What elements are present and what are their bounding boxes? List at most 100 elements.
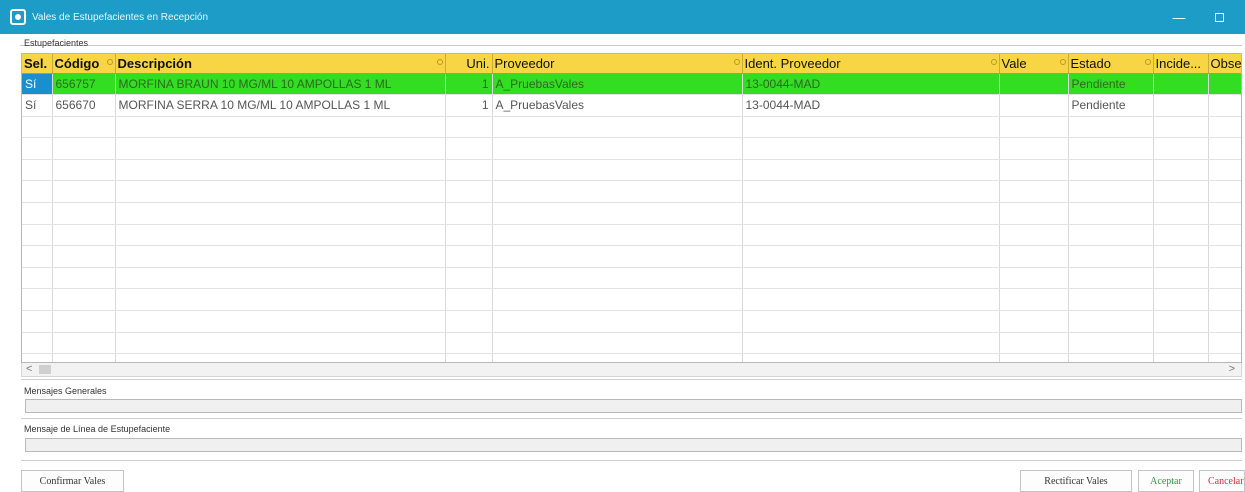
cell-estado: Pendiente bbox=[1068, 94, 1154, 117]
sort-icon bbox=[733, 59, 740, 65]
empty-row bbox=[22, 310, 1241, 333]
col-header-incidencia[interactable]: Incide... bbox=[1153, 54, 1209, 74]
group-frame bbox=[20, 45, 1242, 47]
cell-ident-proveedor: 13-0044-MAD bbox=[742, 73, 1000, 96]
cell-sel[interactable]: Sí bbox=[22, 73, 53, 96]
empty-cell bbox=[115, 310, 446, 333]
col-header-ident-proveedor[interactable]: Ident. Proveedor bbox=[742, 54, 1000, 74]
cell-observaciones[interactable] bbox=[1208, 94, 1241, 117]
empty-cell bbox=[999, 137, 1069, 160]
empty-cell bbox=[1153, 224, 1209, 247]
cell-observaciones[interactable] bbox=[1208, 73, 1241, 96]
col-header-descripcion[interactable]: Descripción bbox=[115, 54, 446, 74]
cell-ident-proveedor: 13-0044-MAD bbox=[742, 94, 1000, 117]
empty-cell bbox=[1153, 332, 1209, 355]
empty-cell bbox=[1208, 116, 1241, 139]
col-header-sel[interactable]: Sel. bbox=[22, 54, 53, 74]
empty-cell bbox=[999, 267, 1069, 290]
empty-cell bbox=[1068, 288, 1154, 312]
empty-cell bbox=[52, 137, 116, 160]
empty-cell bbox=[1208, 267, 1241, 290]
cell-estado: Pendiente bbox=[1068, 73, 1154, 96]
cell-codigo: 656670 bbox=[52, 94, 116, 117]
cell-descripcion: MORFINA BRAUN 10 MG/ML 10 AMPOLLAS 1 ML bbox=[115, 73, 446, 96]
col-header-estado[interactable]: Estado bbox=[1068, 54, 1154, 74]
cell-descripcion: MORFINA SERRA 10 MG/ML 10 AMPOLLAS 1 ML bbox=[115, 94, 446, 117]
empty-cell bbox=[1068, 267, 1154, 290]
cell-vale[interactable] bbox=[999, 94, 1069, 117]
empty-cell bbox=[1208, 310, 1241, 333]
rectify-vales-button[interactable]: Rectificar Vales bbox=[1020, 470, 1132, 492]
empty-cell bbox=[52, 267, 116, 290]
empty-cell bbox=[22, 332, 53, 355]
col-header-proveedor[interactable]: Proveedor bbox=[492, 54, 743, 74]
divider bbox=[21, 379, 1242, 380]
empty-cell bbox=[742, 116, 1000, 139]
empty-cell bbox=[1068, 159, 1154, 182]
scroll-thumb[interactable] bbox=[39, 365, 51, 374]
scroll-right-icon[interactable]: > bbox=[1229, 363, 1235, 376]
minimize-button[interactable]: — bbox=[1159, 0, 1199, 34]
empty-cell bbox=[22, 245, 53, 268]
empty-cell bbox=[115, 353, 446, 362]
col-header-observaciones[interactable]: Obse bbox=[1208, 54, 1241, 74]
empty-row bbox=[22, 202, 1241, 225]
scroll-left-icon[interactable]: < bbox=[26, 363, 32, 376]
empty-cell bbox=[445, 137, 493, 160]
col-header-vale[interactable]: Vale bbox=[999, 54, 1069, 74]
empty-cell bbox=[1153, 353, 1209, 362]
empty-row bbox=[22, 159, 1241, 182]
empty-cell bbox=[742, 310, 1000, 333]
col-header-uni[interactable]: Uni. bbox=[445, 54, 493, 74]
empty-cell bbox=[1208, 202, 1241, 225]
cancel-button[interactable]: Cancelar bbox=[1199, 470, 1245, 492]
empty-cell bbox=[1153, 159, 1209, 182]
empty-cell bbox=[52, 245, 116, 268]
empty-cell bbox=[445, 288, 493, 312]
empty-cell bbox=[742, 202, 1000, 225]
empty-cell bbox=[22, 288, 53, 312]
empty-cell bbox=[445, 159, 493, 182]
empty-cell bbox=[742, 224, 1000, 247]
empty-row bbox=[22, 116, 1241, 139]
empty-cell bbox=[445, 245, 493, 268]
empty-cell bbox=[999, 332, 1069, 355]
confirm-vales-button[interactable]: Confirmar Vales bbox=[21, 470, 124, 492]
empty-cell bbox=[1153, 267, 1209, 290]
table-row[interactable]: Sí 656757 MORFINA BRAUN 10 MG/ML 10 AMPO… bbox=[22, 73, 1241, 96]
col-header-codigo[interactable]: Código bbox=[52, 54, 116, 74]
empty-cell bbox=[445, 310, 493, 333]
grid-table: Sel. Código Descripción Uni. Proveedor I… bbox=[22, 54, 1241, 362]
table-row[interactable]: Sí 656670 MORFINA SERRA 10 MG/ML 10 AMPO… bbox=[22, 94, 1241, 117]
empty-cell bbox=[115, 245, 446, 268]
empty-cell bbox=[742, 159, 1000, 182]
cell-incidencia[interactable] bbox=[1153, 94, 1209, 117]
empty-cell bbox=[999, 159, 1069, 182]
cell-sel[interactable]: Sí bbox=[22, 94, 53, 117]
empty-cell bbox=[1208, 224, 1241, 247]
empty-cell bbox=[1208, 180, 1241, 204]
empty-cell bbox=[52, 332, 116, 355]
cell-uni: 1 bbox=[445, 73, 493, 96]
cell-incidencia[interactable] bbox=[1153, 73, 1209, 96]
empty-cell bbox=[1208, 332, 1241, 355]
app-icon bbox=[10, 9, 26, 25]
empty-cell bbox=[1153, 245, 1209, 268]
empty-cell bbox=[22, 159, 53, 182]
empty-cell bbox=[492, 245, 743, 268]
empty-cell bbox=[445, 353, 493, 362]
maximize-button[interactable] bbox=[1199, 0, 1239, 34]
empty-cell bbox=[742, 332, 1000, 355]
empty-row bbox=[22, 332, 1241, 355]
empty-cell bbox=[445, 116, 493, 139]
accept-button[interactable]: Aceptar bbox=[1138, 470, 1194, 492]
sort-icon bbox=[436, 59, 443, 65]
sort-icon bbox=[1144, 59, 1151, 65]
horizontal-scrollbar[interactable]: < > bbox=[21, 363, 1242, 377]
cell-vale[interactable] bbox=[999, 73, 1069, 96]
title-bar: Vales de Estupefacientes en Recepción — bbox=[0, 0, 1245, 34]
estupefacientes-grid[interactable]: Sel. Código Descripción Uni. Proveedor I… bbox=[21, 53, 1242, 363]
empty-cell bbox=[115, 159, 446, 182]
empty-cell bbox=[1153, 180, 1209, 204]
empty-cell bbox=[999, 310, 1069, 333]
